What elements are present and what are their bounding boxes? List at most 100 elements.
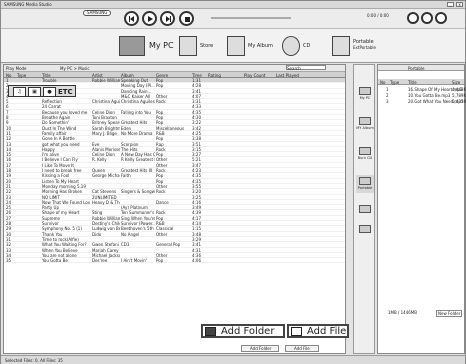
table-cell: Britney Spears	[92, 120, 120, 126]
table-cell: Singers & Songwriters	[121, 189, 155, 195]
table-cell: 4:16	[192, 199, 201, 205]
add-folder-small-button[interactable]: Add Folder	[241, 345, 279, 352]
list-cell: 5,435KB	[452, 99, 466, 104]
table-cell: The Hits	[121, 146, 138, 152]
volume-button[interactable]	[435, 12, 447, 24]
close-button[interactable]: x	[456, 2, 463, 7]
brand-pill[interactable]: SAMSUNG	[83, 10, 112, 16]
play-button[interactable]	[142, 11, 157, 26]
table-cell: 11	[6, 130, 12, 136]
player-bar: SAMSUNG 0:00 / 0:00	[1, 9, 465, 29]
transfer-right-button[interactable]	[356, 223, 374, 241]
list-item[interactable]: 116.Shape Of My Heart.mp34,443KB	[386, 87, 466, 92]
table-cell: Other	[156, 93, 168, 99]
etc-type-button[interactable]: ETC	[58, 87, 73, 97]
table-cell: M&C Kaiser All	[121, 93, 151, 99]
table-cell: Rock	[156, 99, 166, 105]
table-cell: 26	[6, 210, 12, 216]
sidebar-item-burn-cd[interactable]: Burn CD	[356, 145, 374, 163]
table-cell: 4:35	[192, 173, 201, 179]
seek-bar[interactable]	[211, 17, 291, 19]
table-cell: Heavy D & The Boyz	[92, 199, 120, 205]
portable-pane: Portable No Type Title Size 1 16.Shape Of…	[377, 64, 466, 354]
table-cell: Other	[156, 183, 168, 189]
table-cell: 4:39	[192, 210, 201, 216]
add-folder-button[interactable]: Add Folder	[201, 324, 285, 338]
app-window: SAMSUNG Media Studio _ x SAMSUNG 0:00 / …	[0, 0, 466, 364]
table-cell: A New Day Has Come	[121, 152, 155, 158]
table-cell: Pop	[156, 115, 164, 121]
add-file-button[interactable]: Add File	[287, 324, 349, 338]
table-cell: Dust In The Wind	[42, 125, 77, 131]
folder-icon	[205, 327, 216, 336]
table-cell: 4:31	[192, 247, 201, 253]
table-cell: Sing When You're Winning	[121, 215, 155, 221]
previous-button[interactable]	[124, 11, 139, 26]
previous-icon	[129, 16, 134, 22]
add-file-small-button[interactable]: Add File	[285, 345, 319, 352]
table-cell: I Believe I Can Fly	[42, 157, 78, 163]
list-item[interactable]: 320.Got What You Need.mp35,435KB	[386, 99, 466, 104]
table-cell: Celine Dion	[92, 152, 115, 158]
table-cell: 3:27	[192, 152, 201, 158]
table-cell: Faith	[121, 173, 131, 179]
table-cell: Pop	[156, 120, 164, 126]
table-cell: R&B	[156, 221, 165, 227]
table-cell: Pop	[156, 152, 164, 158]
table-cell: 23	[6, 194, 12, 200]
table-cell: 3:51	[192, 141, 201, 147]
table-cell: 14	[6, 146, 12, 152]
list-item[interactable]: 2 10.You Gotta Be.mp35,789KB	[386, 93, 466, 98]
list-toolbar: Play Mode My PC > Music Search	[4, 65, 345, 72]
list-cell: 10.You Gotta Be.mp3	[408, 93, 451, 98]
table-cell: 1:31	[192, 78, 201, 83]
sidebar-item-my-album[interactable]: MY Album	[356, 115, 374, 133]
table-cell: 3:55	[192, 183, 201, 189]
computer-icon	[359, 87, 371, 95]
sidebar-item-my-pc[interactable]: My PC	[356, 85, 374, 103]
table-cell: Robbie Williams	[92, 215, 120, 221]
arrow-right-icon	[359, 225, 371, 233]
table-cell: I Like To Move It	[42, 162, 74, 168]
table-cell: No More Drama	[121, 130, 153, 136]
table-cell: 6	[6, 104, 9, 110]
status-text: Selected Files: 0, All Files: 35	[5, 358, 63, 363]
audio-type-button[interactable]: ♫	[13, 87, 26, 97]
table-cell: R. Kelly	[92, 157, 107, 163]
transfer-left-button[interactable]	[356, 203, 374, 221]
table-cell: Because you loved me	[42, 109, 88, 115]
nav-cd[interactable]: CD	[282, 35, 322, 57]
table-cell: Thank You	[42, 231, 63, 237]
table-cell: 4:07	[192, 93, 201, 99]
table-cell: 3:31	[192, 99, 201, 105]
portable-header: Portable	[378, 65, 464, 71]
table-row[interactable]: 35 You Gotta Be Des'ree I Ain't Movin' Pop 4:…	[4, 258, 345, 264]
nav-store[interactable]: Store	[179, 35, 224, 57]
next-button[interactable]	[160, 11, 175, 26]
navigation-band: My PC Store My Album CD Portable ExtPort…	[1, 29, 465, 63]
minimize-button[interactable]: _	[447, 2, 454, 7]
table-cell: 32	[6, 242, 12, 248]
table-cell: 3:15	[192, 146, 201, 152]
table-cell: Dance	[156, 199, 169, 205]
video-type-button[interactable]: ▣	[28, 87, 41, 97]
photo-type-button[interactable]: ●	[43, 87, 56, 97]
table-cell: Rock	[156, 210, 166, 216]
nav-my-pc[interactable]: My PC	[119, 35, 174, 57]
search-input[interactable]: Search	[286, 65, 326, 71]
sidebar-item-portable[interactable]: Portable	[356, 175, 374, 193]
table-cell: Other	[156, 157, 168, 163]
table-cell: 3:41	[192, 88, 201, 94]
nav-my-album[interactable]: My Album	[227, 35, 277, 57]
stop-button[interactable]	[179, 11, 194, 26]
repeat-button[interactable]	[407, 12, 419, 24]
nav-portable[interactable]: Portable ExtPortable	[332, 35, 392, 57]
table-cell: Pop	[156, 109, 164, 115]
play-mode-button[interactable]: Play Mode	[6, 66, 27, 71]
table-cell: 15	[6, 152, 12, 158]
table-cell: Eden	[121, 125, 132, 131]
shuffle-button[interactable]	[421, 12, 433, 24]
table-cell: 19	[6, 173, 12, 179]
time-readout: 0:00 / 0:00	[367, 13, 389, 18]
new-folder-button[interactable]: New Folder	[436, 310, 463, 317]
